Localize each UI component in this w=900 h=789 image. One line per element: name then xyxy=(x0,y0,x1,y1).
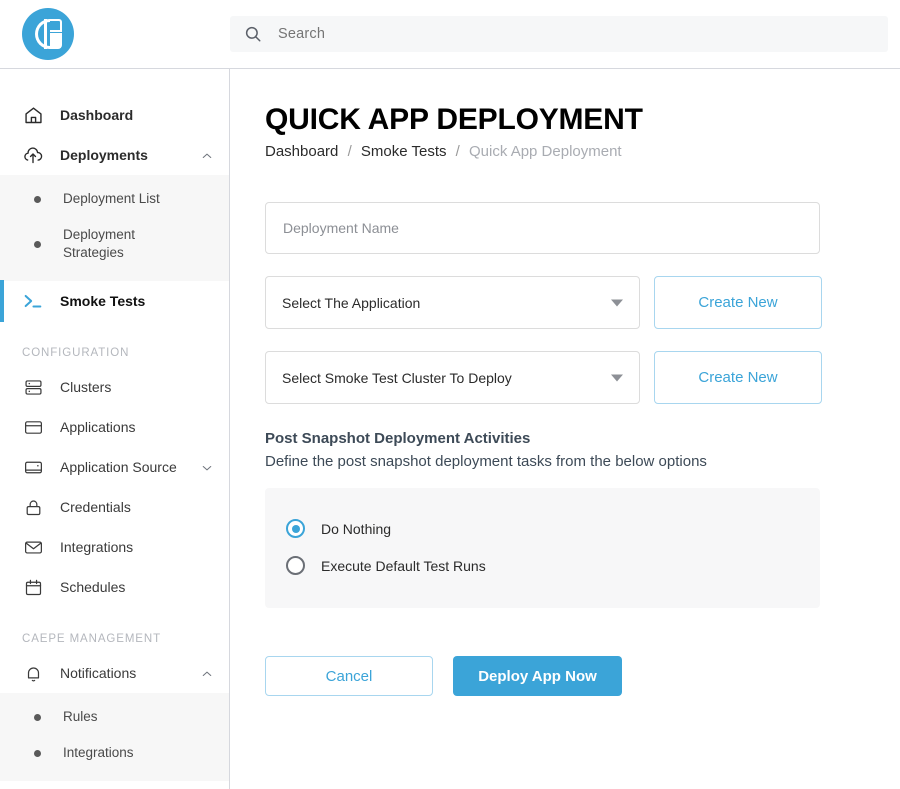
create-new-application-label: Create New xyxy=(698,294,777,311)
application-select-value: Select The Application xyxy=(282,295,420,311)
breadcrumb: Dashboard / Smoke Tests / Quick App Depl… xyxy=(265,143,900,160)
radio-do-nothing-indicator[interactable] xyxy=(286,519,305,538)
sidebar-subitem-label: Deployment List xyxy=(63,190,160,208)
terminal-icon xyxy=(22,290,44,312)
sidebar-item-label: Application Source xyxy=(60,459,177,475)
deploy-app-now-button-label: Deploy App Now xyxy=(478,668,597,685)
create-new-application-button[interactable]: Create New xyxy=(654,276,822,329)
logo-bar-shape xyxy=(44,19,47,49)
cloud-upload-icon xyxy=(22,144,44,166)
sidebar-item-label: Smoke Tests xyxy=(60,293,145,309)
sidebar-section-configuration: CONFIGURATION xyxy=(0,347,229,359)
sidebar-item-label: Dashboard xyxy=(60,107,133,123)
bullet-icon xyxy=(34,241,41,248)
cancel-button[interactable]: Cancel xyxy=(265,656,433,696)
sidebar-subitem-integrations[interactable]: Integrations xyxy=(0,735,229,771)
sidebar-subitem-label: Integrations xyxy=(63,744,134,762)
cancel-button-label: Cancel xyxy=(326,668,373,685)
server-icon xyxy=(22,376,44,398)
lock-icon xyxy=(22,496,44,518)
sidebar-item-credentials[interactable]: Credentials xyxy=(0,487,229,527)
application-row: Select The Application Create New xyxy=(265,276,900,329)
sidebar-subitem-rules[interactable]: Rules xyxy=(0,699,229,735)
sidebar-item-label: Integrations xyxy=(60,539,133,555)
search-area xyxy=(230,16,900,52)
form-actions: Cancel Deploy App Now xyxy=(265,656,900,696)
breadcrumb-separator: / xyxy=(456,143,460,160)
app-root: Dashboard Deployments Deployme xyxy=(0,0,900,789)
sidebar-item-deployments[interactable]: Deployments xyxy=(0,135,229,175)
deployment-name-input[interactable] xyxy=(265,202,820,254)
caret-down-icon xyxy=(611,299,623,306)
notifications-submenu: Rules Integrations xyxy=(0,693,229,781)
main-content: QUICK APP DEPLOYMENT Dashboard / Smoke T… xyxy=(231,69,900,789)
application-select[interactable]: Select The Application xyxy=(265,276,640,329)
radio-option-do-nothing[interactable]: Do Nothing xyxy=(265,510,820,547)
sidebar-item-label: Applications xyxy=(60,419,136,435)
breadcrumb-current: Quick App Deployment xyxy=(469,143,622,160)
window-icon xyxy=(22,416,44,438)
sidebar-item-label: Deployments xyxy=(60,147,148,163)
chevron-up-icon[interactable] xyxy=(201,149,213,161)
caret-down-icon xyxy=(611,374,623,381)
deploy-app-now-button[interactable]: Deploy App Now xyxy=(453,656,622,696)
sidebar-item-label: Notifications xyxy=(60,665,136,681)
sidebar-item-label: Clusters xyxy=(60,379,111,395)
radio-do-nothing-label: Do Nothing xyxy=(321,521,391,537)
caepe-logo-icon[interactable] xyxy=(22,8,74,60)
sidebar-subitem-label: Rules xyxy=(63,708,98,726)
deployment-name-row xyxy=(265,202,900,254)
home-icon xyxy=(22,104,44,126)
logo-square-bottom-shape xyxy=(50,33,62,49)
create-new-cluster-label: Create New xyxy=(698,369,777,386)
sidebar-item-dashboard[interactable]: Dashboard xyxy=(0,95,229,135)
calendar-icon xyxy=(22,576,44,598)
deployments-submenu: Deployment List Deployment Strategies xyxy=(0,175,229,281)
top-bar xyxy=(0,0,900,69)
sidebar-item-schedules[interactable]: Schedules xyxy=(0,567,229,607)
radio-execute-default-test-runs-indicator[interactable] xyxy=(286,556,305,575)
sidebar-item-clusters[interactable]: Clusters xyxy=(0,367,229,407)
post-snapshot-description: Define the post snapshot deployment task… xyxy=(265,453,900,470)
bell-icon xyxy=(22,662,44,684)
logo-arc-shape xyxy=(35,19,50,49)
cluster-select[interactable]: Select Smoke Test Cluster To Deploy xyxy=(265,351,640,404)
mail-icon xyxy=(22,536,44,558)
post-snapshot-heading: Post Snapshot Deployment Activities xyxy=(265,430,900,447)
sidebar-subitem-deployment-strategies[interactable]: Deployment Strategies xyxy=(0,217,229,271)
chevron-down-icon[interactable] xyxy=(201,461,213,473)
sidebar-item-integrations[interactable]: Integrations xyxy=(0,527,229,567)
sidebar-subitem-deployment-list[interactable]: Deployment List xyxy=(0,181,229,217)
search-icon xyxy=(244,25,262,43)
cluster-select-value: Select Smoke Test Cluster To Deploy xyxy=(282,370,512,386)
search-input[interactable] xyxy=(276,25,874,43)
sidebar-item-smoke-tests[interactable]: Smoke Tests xyxy=(0,281,229,321)
sidebar-item-label: Credentials xyxy=(60,499,131,515)
card-icon xyxy=(22,456,44,478)
sidebar: Dashboard Deployments Deployme xyxy=(0,69,230,789)
breadcrumb-smoke-tests[interactable]: Smoke Tests xyxy=(361,143,447,160)
radio-option-execute-default-test-runs[interactable]: Execute Default Test Runs xyxy=(265,547,820,584)
bullet-icon xyxy=(34,196,41,203)
sidebar-section-caepe-management: CAEPE MANAGEMENT xyxy=(0,633,229,645)
breadcrumb-separator: / xyxy=(348,143,352,160)
cluster-row: Select Smoke Test Cluster To Deploy Crea… xyxy=(265,351,900,404)
sidebar-item-label: Schedules xyxy=(60,579,125,595)
logo-square-top-shape xyxy=(50,19,62,32)
search-box[interactable] xyxy=(230,16,888,52)
radio-execute-default-test-runs-label: Execute Default Test Runs xyxy=(321,558,486,574)
bullet-icon xyxy=(34,714,41,721)
create-new-cluster-button[interactable]: Create New xyxy=(654,351,822,404)
logo-area xyxy=(0,0,230,68)
page-title: QUICK APP DEPLOYMENT xyxy=(265,101,900,139)
sidebar-subitem-label: Deployment Strategies xyxy=(63,226,183,262)
bullet-icon xyxy=(34,750,41,757)
sidebar-item-application-source[interactable]: Application Source xyxy=(0,447,229,487)
sidebar-item-applications[interactable]: Applications xyxy=(0,407,229,447)
sidebar-item-notifications[interactable]: Notifications xyxy=(0,653,229,693)
chevron-up-icon[interactable] xyxy=(201,667,213,679)
post-snapshot-options-panel: Do Nothing Execute Default Test Runs xyxy=(265,488,820,608)
breadcrumb-dashboard[interactable]: Dashboard xyxy=(265,143,338,160)
